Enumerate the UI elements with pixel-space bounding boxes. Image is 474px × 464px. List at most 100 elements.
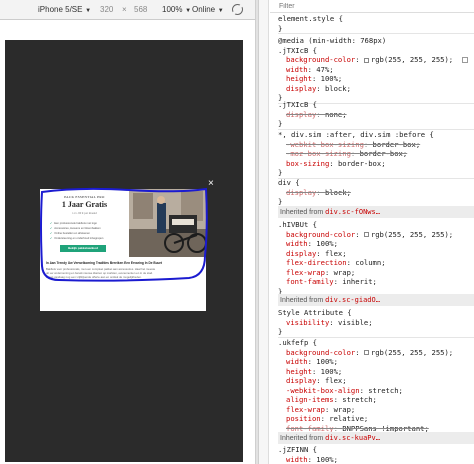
promo-panel: PACK ESSENTIAL PRO 1 Jaar Gratis t.t.v. …	[40, 189, 129, 257]
property-value: visible;	[337, 317, 373, 327]
property-value: 100%;	[320, 74, 343, 83]
css-property[interactable]: font-family: inherit;	[278, 277, 474, 287]
check-icon: ✔	[50, 227, 53, 230]
css-property[interactable]: flex-wrap: wrap;	[278, 405, 474, 415]
property-name: align-items	[286, 395, 334, 404]
property-value: block;	[324, 83, 351, 93]
promo-body-text: Vraag vandaag nog een vrijblijvende offe…	[46, 275, 142, 279]
rule-close: }	[278, 168, 283, 177]
css-property[interactable]: flex-wrap: wrap;	[278, 268, 474, 278]
css-property[interactable]: align-items: stretch;	[278, 395, 474, 405]
promo-body-heading: In Aan Trendy Uw Verwelkoming Tradities …	[46, 261, 162, 265]
device-label: iPhone 5/SE	[38, 5, 83, 14]
property-value: stretch;	[368, 385, 403, 395]
property-name: font-family	[286, 277, 334, 286]
check-icon: ✔	[50, 232, 53, 235]
height-input[interactable]: 568	[134, 5, 147, 14]
zoom-select[interactable]: 100% ▼	[162, 5, 191, 14]
css-property[interactable]: box-sizing: border-box;	[278, 159, 474, 169]
color-swatch[interactable]	[363, 350, 369, 355]
property-name: display	[286, 376, 317, 385]
css-property[interactable]: display: block;	[278, 84, 474, 94]
css-property[interactable]: width: 100%;	[278, 239, 474, 249]
css-property[interactable]: position: relative;	[278, 414, 474, 424]
promo-cta-button[interactable]: Bekijk pakketaanbod	[60, 245, 106, 252]
css-rule: .hIVBUt { background-color: rgb(255, 255…	[278, 220, 474, 297]
rule-selector: .jTXIcB {	[278, 100, 317, 109]
property-name: display	[286, 187, 317, 197]
property-name: flex-wrap	[286, 404, 325, 414]
promo-check-item: ✔ Ondersteuning en onderhoud inbegrepen	[50, 236, 122, 241]
rule-media-query: @media (min-width: 768px)	[278, 36, 387, 45]
color-swatch[interactable]	[363, 232, 369, 237]
css-property[interactable]: background-color: rgb(255, 255, 255);	[278, 230, 474, 240]
property-value: inherit;	[342, 277, 377, 286]
css-property[interactable]: height: 100%;	[278, 367, 474, 377]
css-rule: .jZFINN { width: 100%;	[278, 445, 474, 464]
promo-photo	[129, 189, 206, 257]
css-rule: @media (min-width: 768px) .jTXIcB { back…	[278, 36, 474, 104]
property-value: wrap;	[333, 267, 356, 277]
css-property[interactable]: height: 100%;	[278, 74, 474, 84]
rule-selector: .hIVBUt {	[278, 220, 317, 229]
inherited-label: Inherited from	[280, 209, 326, 216]
property-name: box-sizing	[286, 158, 330, 168]
property-name: background-color	[286, 229, 356, 239]
cargo-bike-photo	[129, 189, 206, 257]
css-property[interactable]: width: 100%;	[278, 455, 474, 464]
property-value: wrap;	[333, 404, 356, 414]
inherited-label: Inherited from	[280, 435, 326, 442]
css-property[interactable]: width: 47%;	[278, 65, 474, 75]
css-property[interactable]: -webkit-box-sizing: border-box;	[278, 140, 474, 150]
property-name: display	[286, 83, 317, 93]
property-name: width	[286, 64, 308, 74]
css-property[interactable]: -moz-box-sizing: border-box;	[278, 149, 474, 159]
property-name: flex-direction	[286, 258, 347, 267]
rotate-icon[interactable]	[232, 4, 243, 15]
property-checkbox[interactable]	[462, 57, 468, 63]
check-icon: ✔	[50, 237, 53, 240]
network-select[interactable]: Online ▼	[192, 5, 224, 14]
device-select[interactable]: iPhone 5/SE ▼	[38, 5, 91, 14]
inherited-source-link[interactable]: div.sc-giadO…	[325, 296, 380, 304]
property-value: block;	[324, 187, 351, 197]
css-property[interactable]: display: flex;	[278, 376, 474, 386]
network-label: Online	[192, 5, 216, 14]
inherited-header: Inherited from div.sc-giadO…	[278, 294, 474, 306]
property-value: rgb(255, 255, 255);	[370, 55, 454, 64]
color-swatch[interactable]	[363, 57, 369, 63]
inherited-label: Inherited from	[280, 297, 326, 304]
rule-selector: Style Attribute {	[278, 308, 352, 317]
styles-filter-input[interactable]	[279, 2, 459, 11]
css-rule: element.style { }	[278, 14, 474, 34]
inherited-source-link[interactable]: div.sc-kuaPv…	[325, 434, 380, 442]
css-property[interactable]: visibility: visible;	[278, 318, 474, 328]
css-property[interactable]: display: none;	[278, 110, 474, 120]
property-name: height	[286, 366, 312, 376]
styles-gutter	[259, 0, 269, 464]
property-value: rgb(255, 255, 255);	[370, 347, 454, 357]
css-property[interactable]: display: flex;	[278, 249, 474, 259]
promo-brand: PACK ESSENTIAL PRO	[64, 195, 105, 199]
promo-check-text: Accessoires, kussens en bloembakken	[54, 227, 101, 230]
css-property[interactable]: display: block;	[278, 188, 474, 198]
property-value: flex;	[324, 248, 347, 258]
property-value: none;	[324, 109, 347, 119]
width-input[interactable]: 320	[100, 5, 113, 14]
property-name: width	[286, 454, 308, 464]
css-property[interactable]: -webkit-box-align: stretch;	[278, 386, 474, 396]
filter-bar	[270, 0, 474, 13]
inherited-source-link[interactable]: div.sc-fONws…	[325, 208, 380, 216]
css-property[interactable]: width: 100%;	[278, 357, 474, 367]
css-rule: *, div.sim :after, div.sim :before { -we…	[278, 130, 474, 179]
property-name: flex-wrap	[286, 267, 325, 277]
chevron-down-icon: ▼	[183, 8, 192, 14]
css-property[interactable]: background-color: rgb(255, 255, 255);	[278, 348, 474, 358]
close-icon[interactable]: ×	[208, 179, 214, 189]
css-property[interactable]: background-color: rgb(255, 255, 255);	[278, 55, 474, 65]
css-property[interactable]: flex-direction: column;	[278, 258, 474, 268]
property-value: 100%;	[316, 239, 338, 248]
promo-check-text: Een professionele bakfiets met logo	[54, 222, 97, 225]
promo-title: 1 Jaar Gratis	[61, 200, 108, 209]
property-value: border-box;	[372, 139, 421, 149]
